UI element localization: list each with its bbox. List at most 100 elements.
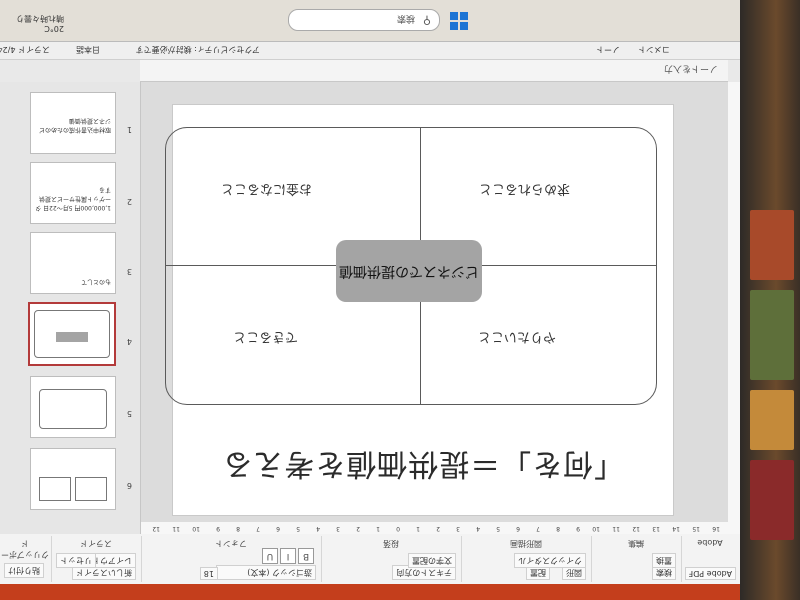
ruler-tick: 8 <box>556 525 560 532</box>
taskbar: ⚲ 検索 20°C 晴れ時々曇り <box>0 0 740 42</box>
weather-widget[interactable]: 20°C 晴れ時々曇り <box>16 13 64 33</box>
group-caption: 図形描画 <box>510 539 542 548</box>
ruler-tick: 3 <box>456 525 460 532</box>
ruler-tick: 16 <box>712 525 720 532</box>
ruler-tick: 1 <box>376 525 380 532</box>
status-bar: スライド 4/24 日本語 アクセシビリティ: 検討が必要です ノート コメント <box>0 41 740 60</box>
thumb-grid <box>34 310 110 358</box>
thumb-grid <box>39 389 107 429</box>
ruler-tick: 0 <box>396 525 400 532</box>
adobe-pdf-button[interactable]: Adobe PDF <box>684 567 736 580</box>
thumbnail-slide-4[interactable] <box>28 302 116 366</box>
ruler-tick: 12 <box>152 525 160 532</box>
windows-start-icon[interactable] <box>450 12 468 30</box>
thumb-number: 1 <box>126 125 132 134</box>
ruler-tick: 2 <box>356 525 360 532</box>
font-name-select[interactable]: 游ゴシック (本文) <box>216 565 316 580</box>
thumb-box <box>39 477 71 501</box>
ruler-tick: 10 <box>192 525 200 532</box>
ruler-tick: 4 <box>476 525 480 532</box>
group-caption: フォント <box>215 539 247 548</box>
quadrant-diagram[interactable]: やりたいこと できること 求められること お金になること ビジネスでの提供価値 <box>165 127 657 405</box>
thumb-number: 6 <box>126 481 132 490</box>
ribbon-tabs <box>0 584 740 600</box>
center-value-box[interactable]: ビジネスでの提供価値 <box>336 240 482 302</box>
thumb-text: 1,000,000円 5月〜22日 ターゲット属性サービス提供する <box>35 186 111 211</box>
ruler-tick: 6 <box>516 525 520 532</box>
ruler-tick: 10 <box>592 525 600 532</box>
paste-button[interactable]: 貼り付け <box>4 563 44 578</box>
ruler-tick: 6 <box>276 525 280 532</box>
ruler-tick: 5 <box>296 525 300 532</box>
screen-photo: 貼り付け クリップボード 新しいスライド レイアウト リセット スライド 游ゴシ… <box>0 0 800 600</box>
quick-styles-button[interactable]: クイックスタイル <box>514 553 586 568</box>
slide-canvas: 「何を」＝提供価値を考える やりたいこと できること 求められること お金になる… <box>140 82 728 522</box>
ruler-tick: 12 <box>632 525 640 532</box>
ribbon: 貼り付け クリップボード 新しいスライド レイアウト リセット スライド 游ゴシ… <box>0 533 740 600</box>
comments-button[interactable]: コメント <box>638 44 670 55</box>
ruler-tick: 5 <box>496 525 500 532</box>
thumb-number: 2 <box>126 197 132 206</box>
thumb-text: 取材申込書作成のためのビジネス提供価値 <box>38 117 111 133</box>
ruler-tick: 3 <box>336 525 340 532</box>
slide-thumbnail-pane: 1 取材申込書作成のためのビジネス提供価値 2 1,000,000円 5月〜22… <box>0 82 141 534</box>
ruler-tick: 13 <box>652 525 660 532</box>
vertical-ruler <box>727 82 740 522</box>
underline-icon[interactable]: U <box>262 548 278 564</box>
notes-pane[interactable]: ノートを入力 <box>140 59 728 82</box>
desk-background <box>740 0 800 600</box>
group-drawing: 図形 配置 クイックスタイル 図形描画 <box>461 536 590 582</box>
notes-toggle-button[interactable]: ノート <box>596 44 620 55</box>
ruler-tick: 4 <box>316 525 320 532</box>
thumbnail-slide-5[interactable] <box>30 376 116 438</box>
ruler-tick: 7 <box>256 525 260 532</box>
thumbnail-slide-2[interactable]: 1,000,000円 5月〜22日 ターゲット属性サービス提供する <box>30 162 116 224</box>
quadrant-needed[interactable]: 求められること <box>479 181 570 200</box>
language-indicator[interactable]: 日本語 <box>76 44 100 55</box>
thumb-number: 3 <box>126 267 132 276</box>
weather-temp: 20°C <box>44 24 64 33</box>
horizontal-ruler: 1615141312111098765432101234567891011121… <box>60 521 740 534</box>
ruler-tick: 7 <box>536 525 540 532</box>
bold-icon[interactable]: B <box>298 548 314 564</box>
quadrant-money[interactable]: お金になること <box>221 181 312 200</box>
accessibility-status[interactable]: アクセシビリティ: 検討が必要です <box>136 44 260 55</box>
ruler-tick: 1 <box>416 525 420 532</box>
group-font: 游ゴシック (本文) 18 B I U フォント <box>141 536 320 582</box>
ruler-tick: 8 <box>236 525 240 532</box>
ruler-tick: 9 <box>216 525 220 532</box>
slide-position: スライド 4/24 <box>0 45 50 54</box>
slide-title[interactable]: 「何を」＝提供価値を考える <box>173 445 673 489</box>
ruler-tick: 2 <box>436 525 440 532</box>
align-text-button[interactable]: 文字の配置 <box>408 553 456 568</box>
group-adobe: Adobe PDF Adobe <box>681 536 738 582</box>
ruler-tick: 11 <box>172 525 180 532</box>
slide[interactable]: 「何を」＝提供価値を考える やりたいこと できること 求められること お金になる… <box>165 104 674 516</box>
thumb-number: 5 <box>126 409 132 418</box>
thumb-text: ものとして <box>81 278 111 285</box>
quadrant-can[interactable]: できること <box>233 329 298 348</box>
group-editing: 検索 置換 編集 <box>591 536 680 582</box>
font-size-select[interactable]: 18 <box>199 567 218 580</box>
group-caption: クリップボード <box>1 539 49 559</box>
ruler-tick: 14 <box>672 525 680 532</box>
thumbnail-slide-1[interactable]: 取材申込書作成のためのビジネス提供価値 <box>30 92 116 154</box>
weather-desc: 晴れ時々曇り <box>16 14 64 23</box>
taskbar-search[interactable]: ⚲ 検索 <box>288 9 440 31</box>
reset-button[interactable]: リセット <box>56 553 96 568</box>
ruler-tick: 11 <box>612 525 620 532</box>
thumbnail-slide-3[interactable]: ものとして <box>30 232 116 294</box>
search-icon: ⚲ <box>422 14 431 27</box>
group-caption: 段落 <box>383 539 399 548</box>
group-slides: 新しいスライド レイアウト リセット スライド <box>51 536 140 582</box>
italic-icon[interactable]: I <box>280 548 296 564</box>
search-placeholder: 検索 <box>396 13 415 23</box>
notes-placeholder: ノートを入力 <box>663 63 718 73</box>
group-caption: Adobe <box>697 538 723 547</box>
thumb-number: 4 <box>126 337 132 346</box>
thumbnail-slide-6[interactable] <box>30 448 116 510</box>
thumb-box <box>75 477 107 501</box>
replace-button[interactable]: 置換 <box>652 553 676 568</box>
group-clipboard: 貼り付け クリップボード <box>0 536 50 582</box>
quadrant-want[interactable]: やりたいこと <box>478 329 556 348</box>
